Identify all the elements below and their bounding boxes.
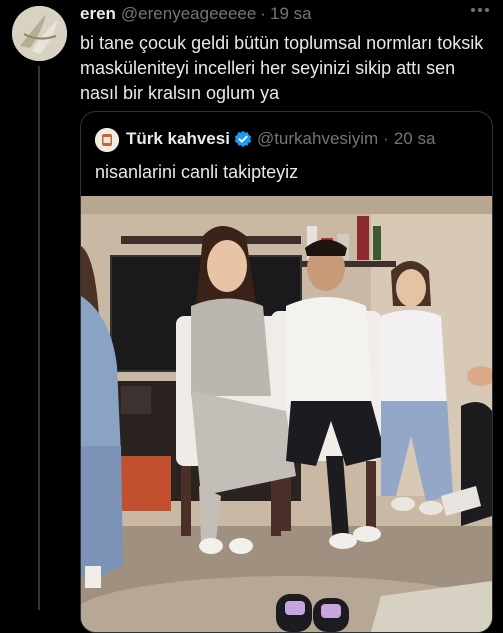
tweet-text: bi tane çocuk geldi bütün toplumsal norm… — [80, 33, 484, 103]
quote-avatar[interactable] — [95, 128, 119, 152]
quote-header: Türk kahvesi @turkahvesiyim · 20 sa — [126, 129, 435, 149]
author-name[interactable]: eren — [80, 4, 116, 24]
quote-author-handle[interactable]: @turkahvesiyim — [257, 129, 378, 149]
tweet-header: eren @erenyeageeeee · 19 sa — [80, 4, 463, 24]
quote-media-image[interactable] — [81, 196, 492, 632]
quote-time[interactable]: 20 sa — [394, 129, 436, 149]
more-horizontal-icon[interactable] — [471, 8, 489, 12]
quote-text: nisanlarini canli takipteyiz — [95, 162, 299, 182]
quote-separator-dot: · — [383, 129, 389, 148]
thread-line — [38, 66, 40, 610]
quoted-tweet[interactable]: Türk kahvesi @turkahvesiyim · 20 sa nisa… — [80, 111, 493, 633]
tweet-time[interactable]: 19 sa — [270, 4, 312, 24]
separator-dot: · — [260, 4, 267, 23]
verified-badge-icon — [234, 130, 252, 148]
avatar[interactable] — [12, 6, 67, 61]
quote-author-name[interactable]: Türk kahvesi — [126, 129, 230, 149]
author-handle[interactable]: @erenyeageeeee — [121, 4, 256, 24]
